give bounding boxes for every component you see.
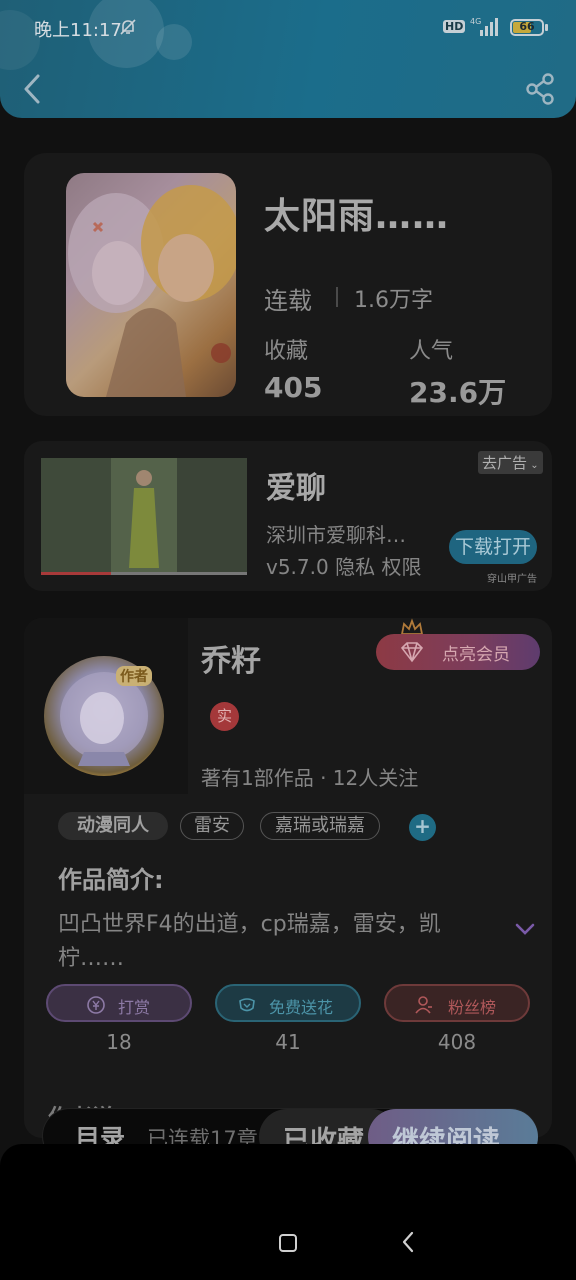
ad-download-button[interactable]: 下载打开 <box>449 530 537 564</box>
send-flower-button[interactable]: 免费送花 <box>215 984 361 1022</box>
send-flower-label: 免费送花 <box>269 998 334 1017</box>
reward-count: 18 <box>106 1030 132 1054</box>
diamond-icon <box>400 642 424 663</box>
system-nav-bar <box>0 1144 576 1280</box>
popularity-label: 人气 <box>409 339 454 364</box>
author-avatar-area: 作者 <box>24 618 188 794</box>
add-tag-button[interactable]: + <box>409 814 436 841</box>
favorites-value: 405 <box>264 371 323 404</box>
divider <box>336 287 338 307</box>
author-meta: 著有1部作品 · 12人关注 <box>201 766 419 790</box>
author-badge: 作者 <box>116 666 152 686</box>
vip-button[interactable]: 点亮会员 <box>376 634 540 670</box>
cover-artwork <box>68 185 236 397</box>
ad-card[interactable]: 爱聊 去广告 ⌄ 深圳市爱聊科… v5.7.0 隐私 权限 下载打开 穿山甲广告 <box>24 441 552 591</box>
fans-ranking-label: 粉丝榜 <box>448 998 497 1017</box>
nav-back-icon[interactable] <box>400 1230 416 1254</box>
fans-icon <box>415 996 432 1014</box>
flower-icon <box>239 998 255 1012</box>
battery-icon: 66 <box>510 19 544 36</box>
svg-text:4G: 4G <box>470 17 481 26</box>
favorites-label: 收藏 <box>264 339 309 364</box>
ad-title: 爱聊 <box>266 471 326 506</box>
status-time: 晚上11:17 <box>34 20 122 41</box>
book-status: 连载 <box>264 287 312 315</box>
ad-version-line: v5.7.0 隐私 权限 <box>266 555 422 579</box>
author-name[interactable]: 乔籽 <box>201 636 261 680</box>
reward-button[interactable]: 打赏 <box>46 984 192 1022</box>
ad-video-thumbnail[interactable] <box>41 458 247 575</box>
tag-chip[interactable]: 嘉瑞或瑞嘉 <box>260 812 380 840</box>
tag-chip[interactable]: 雷安 <box>180 812 244 840</box>
book-word-count: 1.6万字 <box>354 288 433 313</box>
coin-icon <box>87 996 105 1014</box>
remove-ad-button[interactable]: 去广告 ⌄ <box>478 451 543 474</box>
fans-ranking-button[interactable]: 粉丝榜 <box>384 984 530 1022</box>
author-card: 作者 乔籽 点亮会员 实 著有1部作品 · 12人关注 动漫同人 雷安 嘉瑞或瑞… <box>24 618 552 1138</box>
chevron-down-icon: ⌄ <box>527 460 539 471</box>
intro-heading: 作品简介: <box>58 866 164 894</box>
intro-text: 凹凸世界F4的出道，cp瑞嘉，雷安，凯柠…… <box>58 912 441 971</box>
status-bar: 晚上11:17 HD 4G 66 <box>0 0 576 56</box>
bell-off-icon <box>120 19 136 35</box>
ad-source: 穿山甲广告 <box>487 574 537 585</box>
popularity-value: 23.6万 <box>409 376 507 409</box>
ad-video-artwork <box>41 458 247 575</box>
signal-icon: 4G <box>470 17 498 36</box>
chevron-left-icon[interactable] <box>18 72 46 106</box>
tag-chip[interactable]: 动漫同人 <box>58 812 168 840</box>
book-title: 太阳雨…… <box>264 196 450 237</box>
header-bar: 晚上11:17 HD 4G 66 <box>0 0 576 118</box>
recent-apps-icon[interactable] <box>279 1234 297 1252</box>
battery-text: 66 <box>519 20 535 33</box>
flower-count: 41 <box>275 1030 301 1054</box>
remove-ad-label: 去广告 <box>482 454 528 472</box>
book-info-card: 太阳雨…… 连载 1.6万字 收藏 405 人气 23.6万 <box>24 153 552 416</box>
vip-label: 点亮会员 <box>442 645 510 665</box>
share-icon[interactable] <box>524 72 556 106</box>
fans-count: 408 <box>437 1030 477 1054</box>
ad-company: 深圳市爱聊科… <box>266 523 406 547</box>
battery-nub <box>545 24 548 31</box>
reward-label: 打赏 <box>118 998 151 1017</box>
hd-icon: HD <box>443 20 466 33</box>
chevron-down-icon[interactable] <box>514 920 536 938</box>
book-cover-image[interactable] <box>66 173 236 397</box>
real-name-badge: 实 <box>210 702 239 731</box>
